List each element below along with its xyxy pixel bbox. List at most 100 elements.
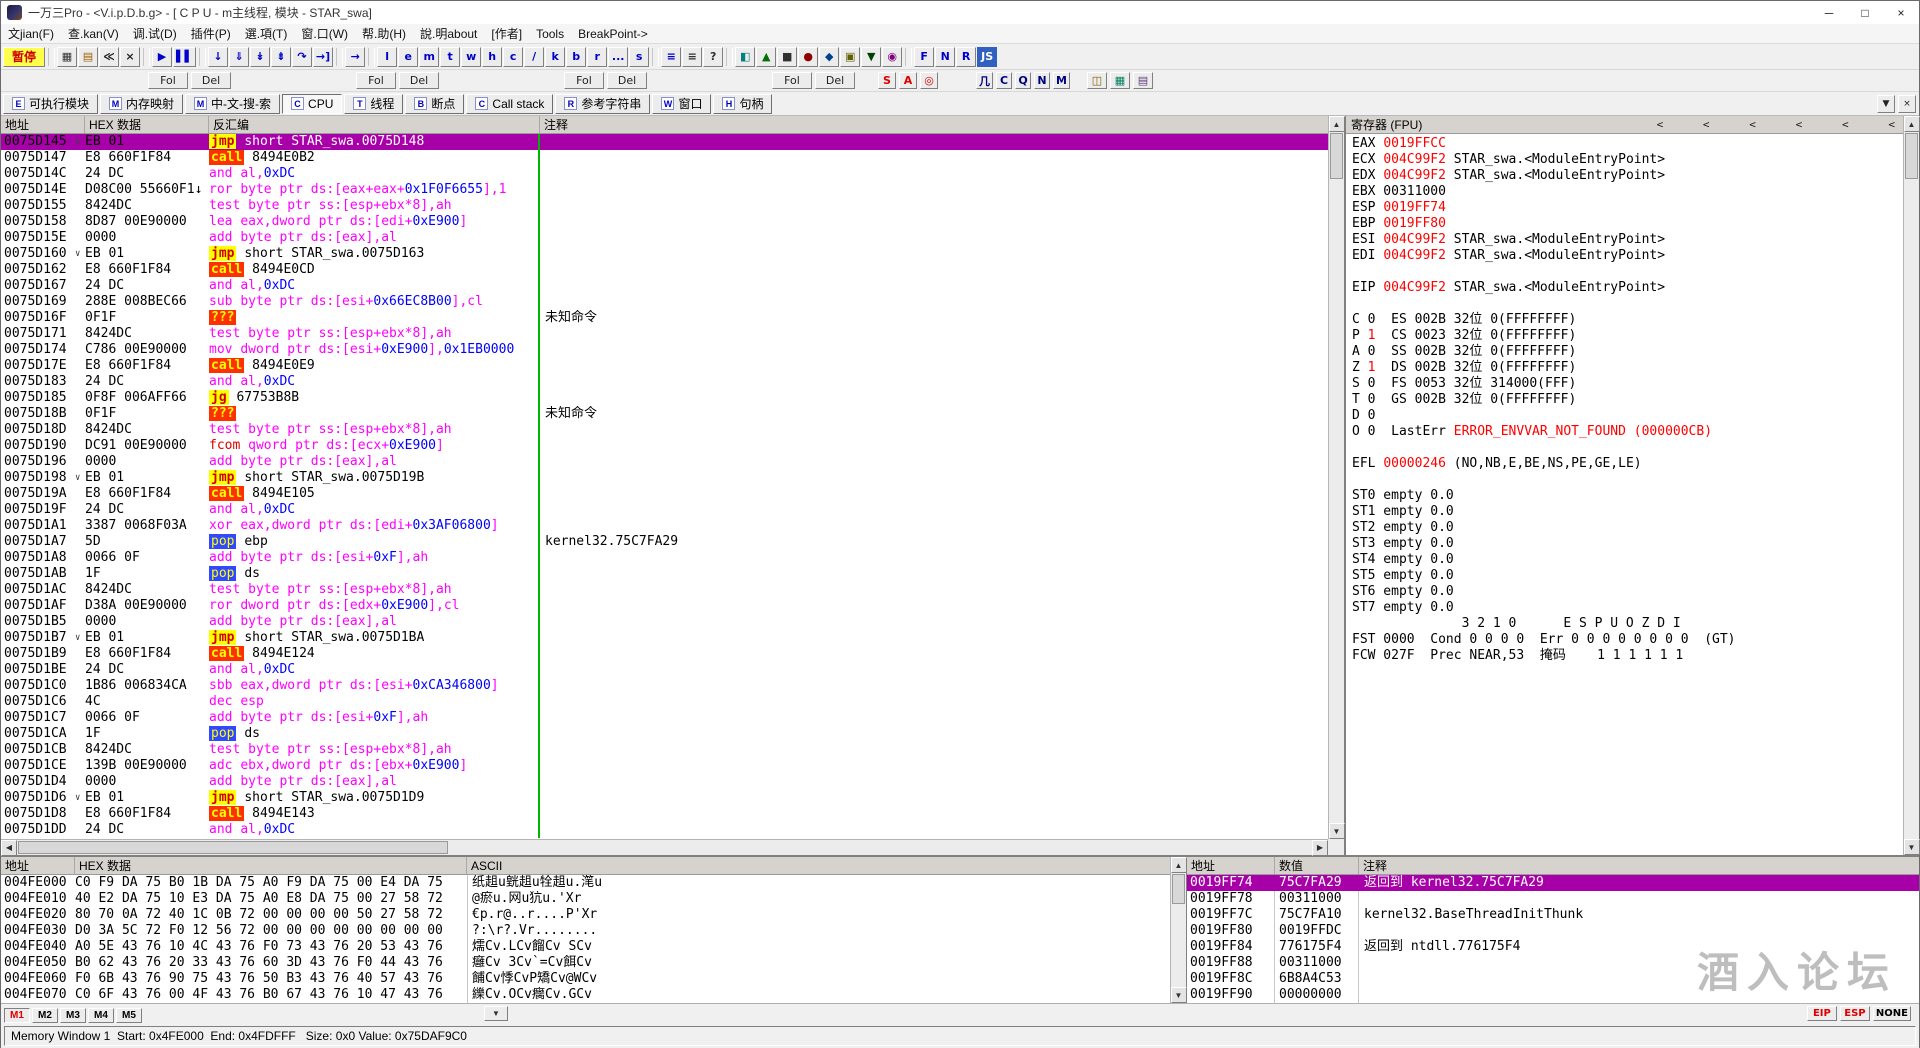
dump-row[interactable]: 004FE030D0 3A 5C 72 F0 12 56 72 00 00 00… [1, 923, 1170, 939]
stack-row[interactable]: 0019FF84776175F4返回到 ntdll.776175F4 [1187, 939, 1919, 955]
disasm-row[interactable]: 0075D1A80066 0Fadd byte ptr ds:[esi+0xF]… [1, 550, 1330, 566]
detail-view-icon[interactable]: ≡ [682, 47, 702, 67]
stack-row[interactable]: 0019FF9000000000 [1187, 987, 1919, 1003]
dump-row[interactable]: 004FE060F0 6B 43 76 90 75 43 76 50 B3 43… [1, 971, 1170, 987]
list-view-icon[interactable]: ≡ [661, 47, 681, 67]
follow-button[interactable]: Fol [564, 72, 604, 89]
nav-button[interactable]: 几 [976, 72, 993, 89]
open-file-icon[interactable]: ▤ [78, 47, 98, 67]
windows-icon[interactable]: w [461, 47, 481, 67]
menu-item[interactable]: 窗.口(W) [294, 24, 355, 43]
dump-row[interactable]: 004FE02080 70 0A 72 40 1C 0B 72 00 00 00… [1, 907, 1170, 923]
disasm-row[interactable]: 0075D1D8E8 660F1F84call 8494E143 [1, 806, 1330, 822]
nav-button[interactable]: Q [1015, 72, 1031, 89]
run-icon[interactable]: ▶ [152, 47, 172, 67]
tab-memory-map[interactable]: M内存映射 [100, 94, 183, 114]
stack-row[interactable]: 0019FF800019FFDC [1187, 923, 1919, 939]
register-line[interactable]: ST3 empty 0.0 [1352, 536, 1919, 552]
register-line[interactable]: ESP 0019FF74 [1352, 200, 1919, 216]
stack-row[interactable]: 0019FF7475C7FA29返回到 kernel32.75C7FA29 [1187, 875, 1919, 891]
run-trace-icon[interactable]: ... [608, 47, 628, 67]
disasm-row[interactable]: 0075D18324 DCand al,0xDC [1, 374, 1330, 390]
dump-row[interactable]: 004FE070C0 6F 43 76 00 4F 43 76 B0 67 43… [1, 987, 1170, 1003]
menu-item[interactable]: 查.kan(V) [61, 24, 126, 43]
disasm-row[interactable]: 0075D1AC8424DCtest byte ptr ss:[esp+ebx*… [1, 582, 1330, 598]
disasm-row[interactable]: 0075D18D8424DCtest byte ptr ss:[esp+ebx*… [1, 422, 1330, 438]
register-line[interactable]: A 0 SS 002B 32位 0(FFFFFFFF) [1352, 344, 1919, 360]
plugin-icon-5[interactable]: ◆ [819, 47, 839, 67]
disasm-row[interactable]: 0075D190DC91 00E90000fcom qword ptr ds:[… [1, 438, 1330, 454]
stack-row[interactable]: 0019FF7C75C7FA10kernel32.BaseThreadInitT… [1187, 907, 1919, 923]
disasm-row[interactable]: 0075D1C70066 0Fadd byte ptr ds:[esi+0xF]… [1, 710, 1330, 726]
disasm-row[interactable]: 0075D15E0000add byte ptr ds:[eax],al [1, 230, 1330, 246]
tab-close-button[interactable]: × [1898, 95, 1916, 113]
tab-references[interactable]: R参考字符串 [555, 94, 650, 114]
register-line[interactable] [1352, 296, 1919, 312]
column-header-hex[interactable]: HEX 数据 [85, 116, 209, 133]
tab-windows[interactable]: W窗口 [652, 94, 711, 114]
register-line[interactable]: ST0 empty 0.0 [1352, 488, 1919, 504]
plugin-icon-1[interactable]: ◧ [735, 47, 755, 67]
disasm-row[interactable]: 0075D16724 DCand al,0xDC [1, 278, 1330, 294]
help-icon[interactable]: ? [703, 47, 723, 67]
plugin-icon-3[interactable]: ■ [777, 47, 797, 67]
disasm-row[interactable]: 0075D1B7∨EB 01jmp short STAR_swa.0075D1B… [1, 630, 1330, 646]
plugin-button[interactable]: S [878, 72, 896, 89]
vscroll-thumb[interactable] [1905, 133, 1918, 179]
follow-button[interactable]: Fol [772, 72, 812, 89]
menu-item[interactable]: 调.试(D) [126, 24, 184, 43]
dump-row[interactable]: 004FE01040 E2 DA 75 10 E3 DA 75 A0 E8 DA… [1, 891, 1170, 907]
disasm-row[interactable]: 0075D1A75Dpop ebpkernel32.75C7FA29 [1, 534, 1330, 550]
disasm-row[interactable]: 0075D147E8 660F1F84call 8494E0B2 [1, 150, 1330, 166]
disasm-row[interactable]: 0075D1DD24 DCand al,0xDC [1, 822, 1330, 838]
source-icon[interactable]: s [629, 47, 649, 67]
memory-tab-m5[interactable]: M5 [116, 1008, 142, 1023]
scroll-left-icon[interactable]: ◀ [1, 840, 17, 856]
follow-button[interactable]: Fol [356, 72, 396, 89]
register-header-chevrons[interactable]: < < < < < < [1657, 117, 1903, 133]
follow-eip-button[interactable]: EIP [1807, 1006, 1837, 1021]
disasm-vscrollbar[interactable]: ▲ ▼ [1328, 116, 1344, 839]
disasm-row[interactable]: 0075D14ED08C00 55660F1↓ror byte ptr ds:[… [1, 182, 1330, 198]
register-line[interactable]: ST1 empty 0.0 [1352, 504, 1919, 520]
hscroll-thumb[interactable] [18, 841, 448, 854]
step-into-icon[interactable]: ↓ [208, 47, 228, 67]
register-line[interactable]: O 0 LastErr ERROR_ENVVAR_NOT_FOUND (0000… [1352, 424, 1919, 440]
step-over-icon[interactable]: ⇓ [229, 47, 249, 67]
nav-button[interactable]: C [996, 72, 1012, 89]
disasm-row[interactable]: 0075D1558424DCtest byte ptr ss:[esp+ebx*… [1, 198, 1330, 214]
handles-icon[interactable]: h [482, 47, 502, 67]
register-line[interactable]: ST7 empty 0.0 [1352, 600, 1919, 616]
threads-icon[interactable]: t [440, 47, 460, 67]
register-line[interactable]: FST 0000 Cond 0 0 0 0 Err 0 0 0 0 0 0 0 … [1352, 632, 1919, 648]
menu-item[interactable]: 插件(P) [184, 24, 238, 43]
references-icon[interactable]: r [587, 47, 607, 67]
tile-windows-icon[interactable]: ▦ [1110, 72, 1130, 89]
column-header-disasm[interactable]: 反汇编 [209, 116, 540, 133]
register-line[interactable]: EBX 00311000 [1352, 184, 1919, 200]
register-line[interactable]: EBP 0019FF80 [1352, 216, 1919, 232]
cascade-windows-icon[interactable]: ◫ [1087, 72, 1107, 89]
log-panel-icon[interactable]: ▤ [1133, 72, 1153, 89]
tab-dropdown-button[interactable]: ▼ [1877, 95, 1895, 113]
register-line[interactable]: EDX 004C99F2 STAR_swa.<ModuleEntryPoint> [1352, 168, 1919, 184]
memory-map-icon[interactable]: m [419, 47, 439, 67]
disasm-row[interactable]: 0075D1AB1Fpop ds [1, 566, 1330, 582]
dump-column-address[interactable]: 地址 [1, 857, 75, 874]
pause-icon[interactable]: ▌▌ [173, 47, 196, 67]
menu-item[interactable]: 帮.助(H) [355, 24, 413, 43]
tab-text-search[interactable]: M中-文-搜-索 [185, 94, 280, 114]
plugin-icon-7[interactable]: ▼ [861, 47, 881, 67]
close-window-icon[interactable]: × [120, 47, 140, 67]
cpu-icon[interactable]: c [503, 47, 523, 67]
register-line[interactable]: P 1 CS 0023 32位 0(FFFFFFFF) [1352, 328, 1919, 344]
disasm-row[interactable]: 0075D160∨EB 01jmp short STAR_swa.0075D16… [1, 246, 1330, 262]
disasm-row[interactable]: 0075D1CA1Fpop ds [1, 726, 1330, 742]
register-line[interactable]: EFL 00000246 (NO,NB,E,BE,NS,PE,GE,LE) [1352, 456, 1919, 472]
register-line[interactable]: C 0 ES 002B 32位 0(FFFFFFFF) [1352, 312, 1919, 328]
stack-column-comment[interactable]: 注释 [1359, 857, 1919, 874]
disasm-hscrollbar[interactable]: ◀ ▶ [1, 839, 1328, 855]
delete-button[interactable]: Del [815, 72, 855, 89]
register-line[interactable]: D 0 [1352, 408, 1919, 424]
plugin-icon-2[interactable]: ▲ [756, 47, 776, 67]
